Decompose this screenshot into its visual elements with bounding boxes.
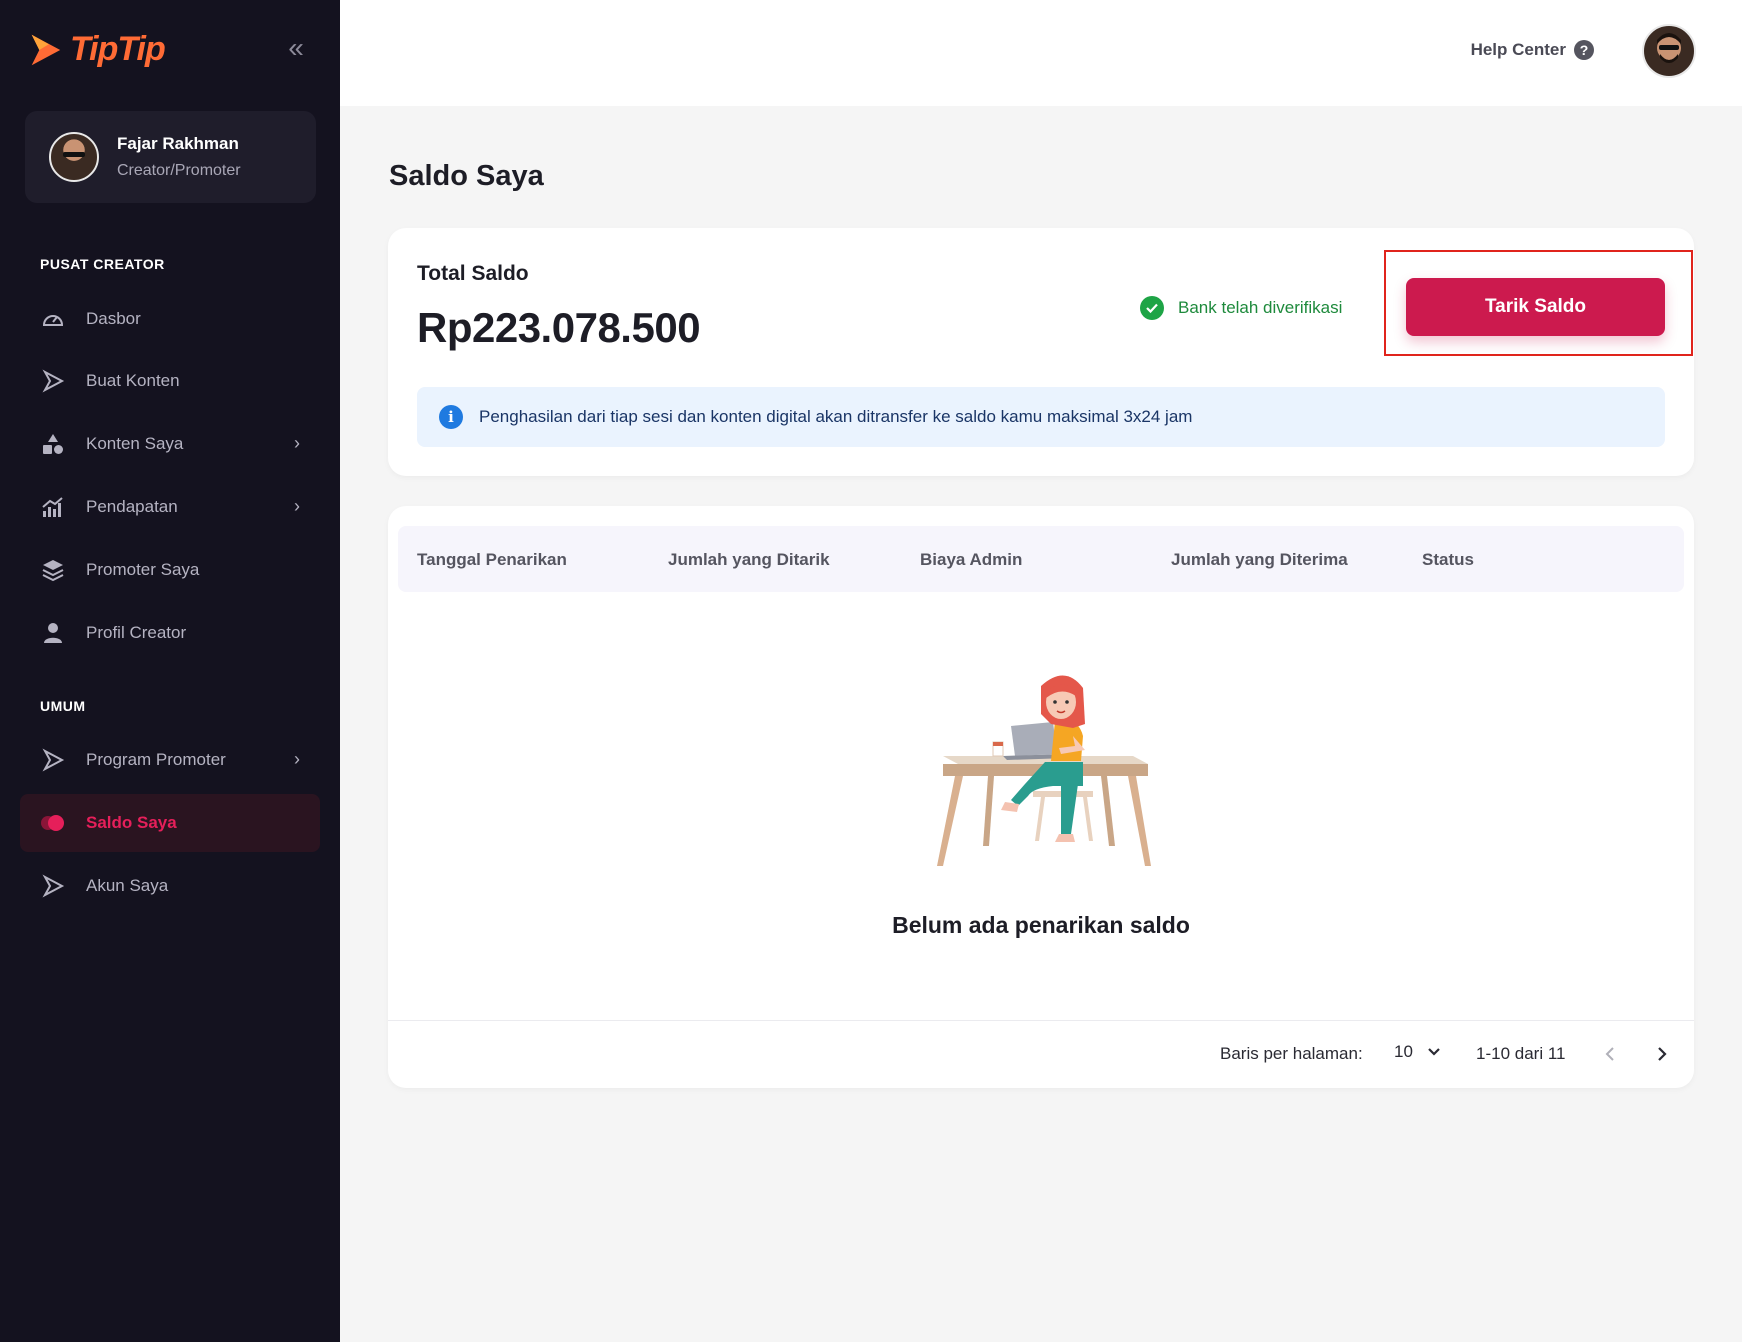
person-icon xyxy=(40,620,66,646)
info-icon: i xyxy=(439,405,463,429)
sidebar-item-buat-konten[interactable]: Buat Konten xyxy=(20,352,320,410)
sidebar-item-label: Buat Konten xyxy=(86,371,180,390)
rows-per-page-value: 10 xyxy=(1394,1042,1413,1061)
sidebar-item-pendapatan[interactable]: Pendapatan › xyxy=(20,478,320,536)
divider xyxy=(388,1020,1694,1021)
chevron-left-icon xyxy=(1605,1047,1614,1061)
chevron-right-icon: › xyxy=(294,496,300,516)
page-title: Saldo Saya xyxy=(389,160,544,192)
sidebar-item-label: Pendapatan xyxy=(86,497,178,516)
empty-state-illustration xyxy=(937,675,1151,866)
balance-label: Total Saldo xyxy=(417,262,529,285)
sidebar: TipTip « Fajar Rakhman Creator/Promoter … xyxy=(0,0,340,1342)
user-avatar[interactable] xyxy=(1642,24,1696,78)
bank-verified-status: Bank telah diverifikasi xyxy=(1140,296,1342,320)
check-circle-icon xyxy=(1140,296,1164,320)
sidebar-item-label: Akun Saya xyxy=(86,876,169,895)
play-arrow-icon xyxy=(40,747,66,773)
column-header[interactable]: Biaya Admin xyxy=(920,550,1022,570)
sidebar-item-label: Program Promoter xyxy=(86,750,226,769)
help-center-label: Help Center xyxy=(1470,40,1566,59)
sidebar-item-promoter-saya[interactable]: Promoter Saya xyxy=(20,541,320,599)
profile-name: Fajar Rakhman xyxy=(117,134,239,153)
prev-page-button[interactable] xyxy=(1596,1040,1624,1068)
tiptip-logo-icon xyxy=(31,34,61,65)
sidebar-item-label: Saldo Saya xyxy=(86,813,177,832)
play-arrow-icon xyxy=(40,873,66,899)
sidebar-item-akun-saya[interactable]: Akun Saya xyxy=(20,857,320,915)
balance-card: Total Saldo Rp223.078.500 Bank telah div… xyxy=(388,228,1694,476)
balance-value: Rp223.078.500 xyxy=(417,304,701,351)
section-title-pusat-creator: PUSAT CREATOR xyxy=(40,256,165,272)
play-arrow-icon xyxy=(40,368,66,394)
sidebar-item-saldo-saya[interactable]: Saldo Saya xyxy=(20,794,320,852)
chevron-right-icon: › xyxy=(294,749,300,769)
profile-card[interactable]: Fajar Rakhman Creator/Promoter xyxy=(25,111,316,203)
column-header[interactable]: Jumlah yang Ditarik xyxy=(668,550,830,570)
sidebar-item-label: Profil Creator xyxy=(86,623,187,642)
sidebar-item-dasbor[interactable]: Dasbor xyxy=(20,290,320,348)
withdraw-button[interactable]: Tarik Saldo xyxy=(1406,278,1665,336)
sidebar-item-program-promoter[interactable]: Program Promoter › xyxy=(20,731,320,789)
section-title-umum: UMUM xyxy=(40,698,86,714)
speedometer-icon xyxy=(40,306,66,332)
sidebar-item-konten-saya[interactable]: Konten Saya › xyxy=(20,415,320,473)
column-header[interactable]: Status xyxy=(1422,550,1474,570)
pagination-range: 1-10 dari 11 xyxy=(1476,1044,1566,1063)
withdrawal-table-card: Tanggal Penarikan Jumlah yang Ditarik Bi… xyxy=(388,506,1694,1088)
next-page-button[interactable] xyxy=(1648,1040,1676,1068)
chevron-right-icon xyxy=(1658,1047,1667,1061)
sidebar-item-label: Konten Saya xyxy=(86,434,184,453)
rows-per-page-label: Baris per halaman: xyxy=(1220,1044,1363,1063)
sidebar-item-label: Promoter Saya xyxy=(86,560,200,579)
tiptip-logo[interactable]: TipTip xyxy=(26,30,166,69)
chevron-right-icon: › xyxy=(294,433,300,453)
help-center-link[interactable]: Help Center ? xyxy=(1471,40,1594,60)
empty-state-text: Belum ada penarikan saldo xyxy=(892,912,1190,938)
column-header[interactable]: Tanggal Penarikan xyxy=(417,550,567,570)
profile-role: Creator/Promoter xyxy=(117,162,241,179)
sidebar-item-label: Dasbor xyxy=(86,309,141,328)
sidebar-item-profil-creator[interactable]: Profil Creator xyxy=(20,604,320,662)
table-header: Tanggal Penarikan Jumlah yang Ditarik Bi… xyxy=(398,526,1684,592)
chevron-down-icon xyxy=(1428,1048,1440,1056)
rows-per-page-select[interactable]: 10 xyxy=(1394,1042,1441,1062)
shapes-icon xyxy=(40,431,66,457)
info-banner: i Penghasilan dari tiap sesi dan konten … xyxy=(417,387,1665,447)
question-circle-icon: ? xyxy=(1574,40,1594,60)
bank-verified-text: Bank telah diverifikasi xyxy=(1178,298,1343,317)
info-text: Penghasilan dari tiap sesi dan konten di… xyxy=(479,407,1193,426)
layers-icon xyxy=(40,557,66,583)
column-header[interactable]: Jumlah yang Diterima xyxy=(1171,550,1348,570)
topbar: Help Center ? xyxy=(340,0,1742,106)
avatar xyxy=(49,132,99,182)
brand-name: TipTip xyxy=(70,30,166,68)
bar-chart-icon xyxy=(40,494,66,520)
coins-icon xyxy=(40,810,66,836)
double-chevron-left-icon[interactable]: « xyxy=(282,34,310,62)
